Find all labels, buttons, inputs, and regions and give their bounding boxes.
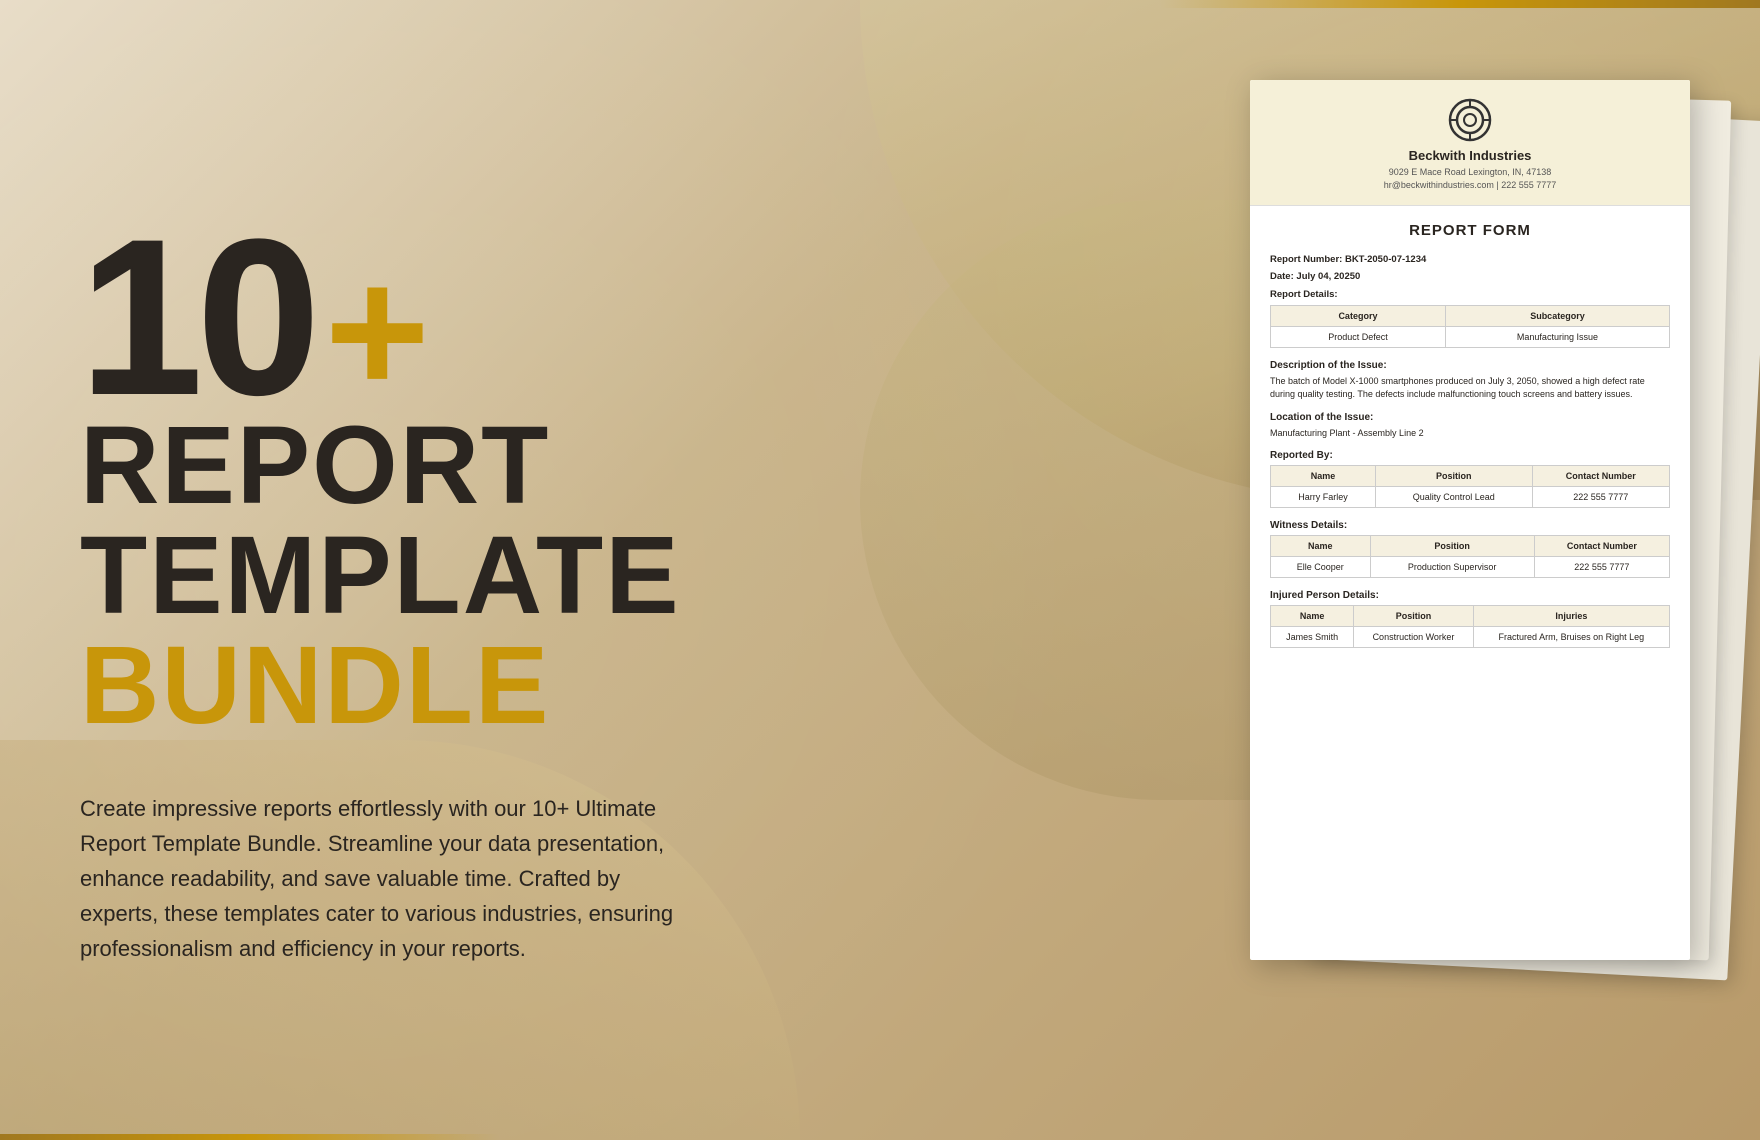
accent-line-top xyxy=(1160,0,1760,8)
cat-row-1: Product Defect Manufacturing Issue xyxy=(1271,326,1670,347)
document-preview-area: Beckwith Industries 9029 E Mace Road Lex… xyxy=(1250,80,1730,1060)
company-name: Beckwith Industries xyxy=(1270,148,1670,163)
headline-template: TEMPLATE BUNDLE xyxy=(80,521,830,741)
cat-header-2: Subcategory xyxy=(1445,305,1669,326)
inj-header-name: Name xyxy=(1271,606,1354,627)
injured-title: Injured Person Details: xyxy=(1270,590,1670,601)
date-value: July 04, 20250 xyxy=(1296,271,1360,282)
doc-main: Beckwith Industries 9029 E Mace Road Lex… xyxy=(1250,80,1690,960)
left-content: 10 + REPORT TEMPLATE BUNDLE Create impre… xyxy=(80,0,830,1140)
inj-header-position: Position xyxy=(1354,606,1473,627)
wit-cell-position: Production Supervisor xyxy=(1370,557,1534,578)
category-table: Category Subcategory Product Defect Manu… xyxy=(1270,305,1670,348)
cat-cell-subcategory: Manufacturing Issue xyxy=(1445,326,1669,347)
date-line: Date: July 04, 20250 xyxy=(1270,270,1670,284)
inj-row-1: James Smith Construction Worker Fracture… xyxy=(1271,627,1670,648)
wit-header-position: Position xyxy=(1370,536,1534,557)
company-address: 9029 E Mace Road Lexington, IN, 47138 xyxy=(1270,166,1670,179)
wit-header-name: Name xyxy=(1271,536,1371,557)
form-title: REPORT FORM xyxy=(1270,222,1670,239)
wit-cell-contact: 222 555 7777 xyxy=(1534,557,1669,578)
location-text: Manufacturing Plant - Assembly Line 2 xyxy=(1270,427,1670,441)
wit-header-contact: Contact Number xyxy=(1534,536,1669,557)
rep-header-position: Position xyxy=(1376,466,1532,487)
description-text-doc: The batch of Model X-1000 smartphones pr… xyxy=(1270,375,1670,402)
rep-header-contact: Contact Number xyxy=(1532,466,1669,487)
description-title: Description of the Issue: xyxy=(1270,360,1670,371)
headline-bundle: BUNDLE xyxy=(80,624,550,747)
headline-report: REPORT xyxy=(80,411,830,521)
headline-row1: 10 + xyxy=(80,224,830,411)
headline: 10 + REPORT TEMPLATE BUNDLE xyxy=(80,224,830,741)
report-details-label: Report Details: xyxy=(1270,288,1670,302)
inj-header-injuries: Injuries xyxy=(1473,606,1669,627)
wit-cell-name: Elle Cooper xyxy=(1271,557,1371,578)
doc-header: Beckwith Industries 9029 E Mace Road Lex… xyxy=(1250,80,1690,206)
wit-row-1: Elle Cooper Production Supervisor 222 55… xyxy=(1271,557,1670,578)
witness-table: Name Position Contact Number Elle Cooper… xyxy=(1270,535,1670,578)
report-number-line: Report Number: BKT-2050-07-1234 xyxy=(1270,253,1670,267)
description-text: Create impressive reports effortlessly w… xyxy=(80,791,700,967)
injured-table: Name Position Injuries James Smith Const… xyxy=(1270,605,1670,648)
report-number-value: BKT-2050-07-1234 xyxy=(1345,254,1426,265)
report-number-label: Report Number: xyxy=(1270,254,1342,265)
inj-cell-name: James Smith xyxy=(1271,627,1354,648)
cat-cell-category: Product Defect xyxy=(1271,326,1446,347)
rep-cell-position: Quality Control Lead xyxy=(1376,487,1532,508)
report-details-span: Report Details: xyxy=(1270,289,1338,300)
rep-row-1: Harry Farley Quality Control Lead 222 55… xyxy=(1271,487,1670,508)
reported-by-title: Reported By: xyxy=(1270,450,1670,461)
date-label: Date: xyxy=(1270,271,1294,282)
headline-plus: + xyxy=(325,255,430,408)
headline-number: 10 xyxy=(80,224,315,411)
inj-cell-position: Construction Worker xyxy=(1354,627,1473,648)
inj-cell-injuries: Fractured Arm, Bruises on Right Leg xyxy=(1473,627,1669,648)
company-logo xyxy=(1448,98,1492,142)
rep-header-name: Name xyxy=(1271,466,1376,487)
witness-title: Witness Details: xyxy=(1270,520,1670,531)
reported-by-table: Name Position Contact Number Harry Farle… xyxy=(1270,465,1670,508)
company-contact: hr@beckwithindustries.com | 222 555 7777 xyxy=(1270,179,1670,192)
rep-cell-name: Harry Farley xyxy=(1271,487,1376,508)
rep-cell-contact: 222 555 7777 xyxy=(1532,487,1669,508)
cat-header-1: Category xyxy=(1271,305,1446,326)
doc-body: REPORT FORM Report Number: BKT-2050-07-1… xyxy=(1250,206,1690,676)
location-title: Location of the Issue: xyxy=(1270,412,1670,423)
